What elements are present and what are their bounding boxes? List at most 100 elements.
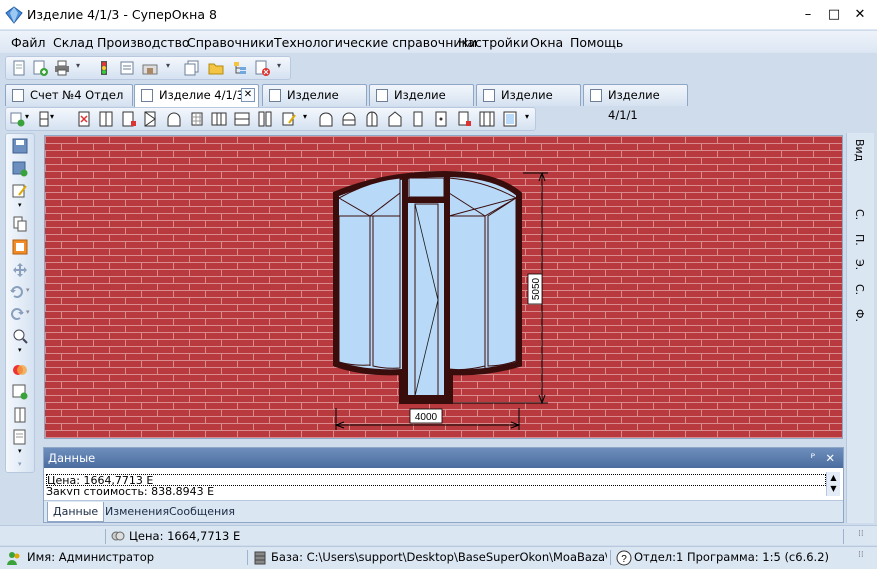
editor-toolbar: ▾ ▾ ▾ ▾ bbox=[5, 107, 536, 131]
tall-frame-icon[interactable] bbox=[410, 111, 426, 127]
undo-dropdown-icon[interactable]: ▾ bbox=[26, 286, 30, 294]
move-icon[interactable] bbox=[12, 262, 28, 278]
status-divider bbox=[247, 550, 248, 565]
resize-grip-icon[interactable]: ⁞⁞ bbox=[858, 529, 864, 539]
zoom-icon[interactable] bbox=[12, 328, 28, 344]
side-tab-f[interactable]: Ф. bbox=[853, 309, 866, 322]
view-panel-tab[interactable]: Вид bbox=[853, 139, 866, 161]
undo-icon[interactable] bbox=[9, 284, 25, 300]
menu-warehouse[interactable]: Склад bbox=[53, 35, 94, 50]
data-line-price: Цена: 1664,7713 Е bbox=[46, 474, 826, 486]
mosquito-net-icon[interactable] bbox=[189, 111, 205, 127]
warehouse-icon[interactable] bbox=[142, 60, 158, 76]
width-dimension-label[interactable]: 4000 bbox=[415, 412, 438, 423]
add-frame-icon[interactable] bbox=[9, 111, 25, 127]
side-tab-c1[interactable]: С. bbox=[853, 209, 866, 220]
toolbar-overflow-icon[interactable]: ▾ bbox=[277, 61, 281, 70]
delete-sash-icon[interactable] bbox=[76, 111, 92, 127]
panel-icon[interactable] bbox=[502, 111, 518, 127]
menu-file[interactable]: Файл bbox=[11, 35, 46, 50]
split-v-icon[interactable] bbox=[234, 111, 250, 127]
tab-messages[interactable]: Сообщения bbox=[164, 502, 240, 522]
delete-document-icon[interactable] bbox=[254, 60, 270, 76]
menu-references[interactable]: Справочники bbox=[187, 35, 274, 50]
edit-dropdown-icon[interactable]: ▾ bbox=[18, 201, 22, 209]
print-icon[interactable] bbox=[54, 60, 70, 76]
list-icon[interactable] bbox=[119, 60, 135, 76]
edit-icon[interactable] bbox=[281, 111, 297, 127]
print-dropdown-icon[interactable]: ▾ bbox=[76, 61, 80, 70]
save-as-icon[interactable] bbox=[12, 161, 28, 177]
redo-icon[interactable] bbox=[9, 306, 25, 322]
new-document-icon[interactable] bbox=[11, 60, 27, 76]
pin-icon[interactable]: ᴾ bbox=[811, 448, 815, 468]
split-h-icon[interactable] bbox=[211, 111, 227, 127]
add-row-icon[interactable] bbox=[12, 384, 28, 400]
impost-icon[interactable] bbox=[98, 111, 114, 127]
menu-tech-references[interactable]: Технологические справочники bbox=[274, 35, 477, 50]
page-dropdown-icon[interactable]: ▾ bbox=[18, 447, 22, 455]
tab-item-4-1-3[interactable]: Изделие 4/1/3 ✕ bbox=[134, 84, 259, 107]
add-dropdown-icon[interactable]: ▾ bbox=[25, 112, 29, 121]
traffic-light-icon[interactable] bbox=[96, 60, 112, 76]
half-arch-icon[interactable] bbox=[364, 111, 380, 127]
close-panel-button[interactable]: ✕ bbox=[825, 448, 835, 468]
dome-icon[interactable] bbox=[341, 111, 357, 127]
minimize-button[interactable]: – bbox=[797, 5, 819, 25]
arch-frame-icon[interactable] bbox=[318, 111, 334, 127]
save-icon[interactable] bbox=[12, 138, 28, 154]
close-tab-button[interactable]: ✕ bbox=[241, 88, 255, 102]
folder-icon[interactable] bbox=[208, 60, 224, 76]
frame-dots-icon[interactable] bbox=[433, 111, 449, 127]
document-tabs: Счет №4 Отдел №1 Изделие 4/1/3 ✕ Изделие… bbox=[0, 82, 877, 122]
menu-production[interactable]: Производство bbox=[97, 35, 190, 50]
resize-grip-icon[interactable]: ⁞⁞ bbox=[858, 550, 864, 560]
gable-icon[interactable] bbox=[387, 111, 403, 127]
help-circle-icon[interactable]: ? bbox=[616, 550, 632, 566]
redo-dropdown-icon[interactable]: ▾ bbox=[26, 308, 30, 316]
sash-open-icon[interactable] bbox=[143, 111, 159, 127]
window-icon bbox=[141, 89, 153, 102]
zoom-dropdown-icon[interactable]: ▾ bbox=[18, 346, 22, 354]
tab-changes[interactable]: Изменения bbox=[100, 502, 174, 522]
status-divider bbox=[105, 529, 106, 544]
menu-help[interactable]: Помощь bbox=[570, 35, 623, 50]
tab-item-4-1-5[interactable]: Изделие 4/1/5 bbox=[262, 84, 367, 122]
page-icon[interactable] bbox=[12, 429, 28, 445]
tab-data[interactable]: Данные bbox=[47, 502, 105, 522]
menu-settings[interactable]: Настройки bbox=[458, 35, 529, 50]
duplicate-icon[interactable] bbox=[12, 216, 28, 232]
menu-windows[interactable]: Окна bbox=[530, 35, 563, 50]
scroll-up-icon[interactable]: ▲ bbox=[827, 472, 840, 483]
maximize-button[interactable]: □ bbox=[823, 5, 845, 25]
frame-dropdown-icon[interactable]: ▾ bbox=[50, 112, 54, 121]
two-sash-icon[interactable] bbox=[257, 111, 273, 127]
edit-props-icon[interactable] bbox=[12, 183, 28, 199]
frame-remove-icon[interactable] bbox=[456, 111, 472, 127]
more-dropdown-icon[interactable]: ▾ bbox=[166, 61, 170, 70]
color-icon[interactable] bbox=[12, 362, 28, 378]
remove-impost-icon[interactable] bbox=[121, 111, 137, 127]
design-canvas[interactable]: 5050 4000 bbox=[44, 135, 843, 439]
side-tab-e[interactable]: Э. bbox=[853, 259, 866, 270]
tab-item-4-1-2[interactable]: Изделие 4/1/2 bbox=[476, 84, 581, 122]
copy-icon[interactable] bbox=[184, 60, 200, 76]
toolbar2-overflow-icon[interactable]: ▾ bbox=[525, 112, 529, 121]
side-tab-p[interactable]: П. bbox=[853, 234, 866, 246]
edit-dropdown-icon[interactable]: ▾ bbox=[303, 112, 307, 121]
close-window-button[interactable]: ✕ bbox=[849, 5, 871, 25]
orange-layout-icon[interactable] bbox=[12, 239, 28, 255]
tab-invoice[interactable]: Счет №4 Отдел №1 bbox=[5, 84, 133, 122]
side-tab-c2[interactable]: С. bbox=[853, 284, 866, 295]
data-scrollbar[interactable]: ▲ ▼ bbox=[826, 472, 840, 496]
tab-item-4-1-1[interactable]: Изделие 4/1/1 bbox=[583, 84, 688, 122]
layout-icon[interactable] bbox=[479, 111, 495, 127]
tree-icon[interactable] bbox=[232, 60, 248, 76]
arch-icon[interactable] bbox=[166, 111, 182, 127]
add-document-icon[interactable] bbox=[32, 60, 48, 76]
scroll-down-icon[interactable]: ▾ bbox=[18, 460, 22, 468]
column-icon[interactable] bbox=[12, 407, 28, 423]
tab-item-4-1-4[interactable]: Изделие 4/1/4 bbox=[369, 84, 474, 122]
height-dimension-label[interactable]: 5050 bbox=[531, 277, 542, 300]
scroll-down-icon[interactable]: ▼ bbox=[827, 483, 840, 494]
